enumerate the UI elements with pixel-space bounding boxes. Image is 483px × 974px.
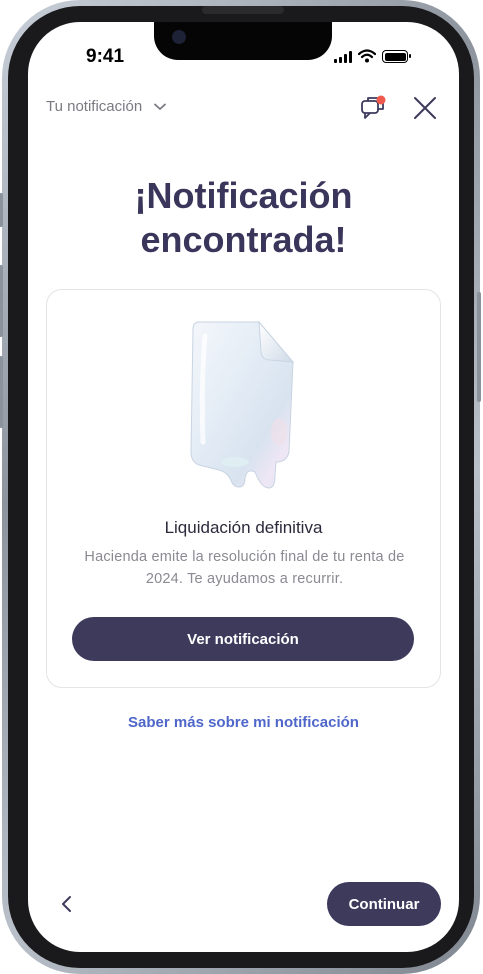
notification-card: Liquidación definitiva Hacienda emite la… xyxy=(46,289,441,688)
notification-dot xyxy=(376,95,386,105)
screen: 9:41 Tu notificación ¡Notificación encon… xyxy=(28,22,459,952)
wifi-icon xyxy=(358,49,376,63)
phone-frame: 9:41 Tu notificación ¡Notificación encon… xyxy=(0,0,481,974)
title-line-2: encontrada! xyxy=(140,219,347,260)
document-illustration xyxy=(190,320,295,489)
view-notification-button[interactable]: Ver notificación xyxy=(72,617,414,661)
speaker xyxy=(202,6,284,14)
volume-up-button xyxy=(0,265,3,337)
signal-icon xyxy=(334,51,352,63)
page-title: ¡Notificación encontrada! xyxy=(28,174,459,262)
status-time: 9:41 xyxy=(86,46,125,67)
card-description: Hacienda emite la resolución final de tu… xyxy=(84,549,405,587)
battery-icon xyxy=(382,50,411,63)
chevron-down-icon xyxy=(154,103,167,110)
learn-more-link[interactable]: Saber más sobre mi notificación xyxy=(28,714,459,731)
dropdown-label: Tu notificación xyxy=(46,98,143,115)
notification-dropdown[interactable]: Tu notificación xyxy=(46,98,167,115)
volume-down-button xyxy=(0,356,3,428)
chat-bubbles-icon[interactable] xyxy=(359,94,387,122)
silent-switch xyxy=(0,193,3,227)
continue-button[interactable]: Continuar xyxy=(327,882,441,926)
notch xyxy=(154,22,332,60)
status-icons xyxy=(334,49,411,63)
close-icon[interactable] xyxy=(412,95,438,121)
card-title: Liquidación definitiva xyxy=(164,518,323,537)
power-button xyxy=(477,292,481,402)
chevron-left-icon[interactable] xyxy=(56,892,78,916)
title-line-1: ¡Notificación xyxy=(134,175,353,216)
camera xyxy=(172,30,186,44)
